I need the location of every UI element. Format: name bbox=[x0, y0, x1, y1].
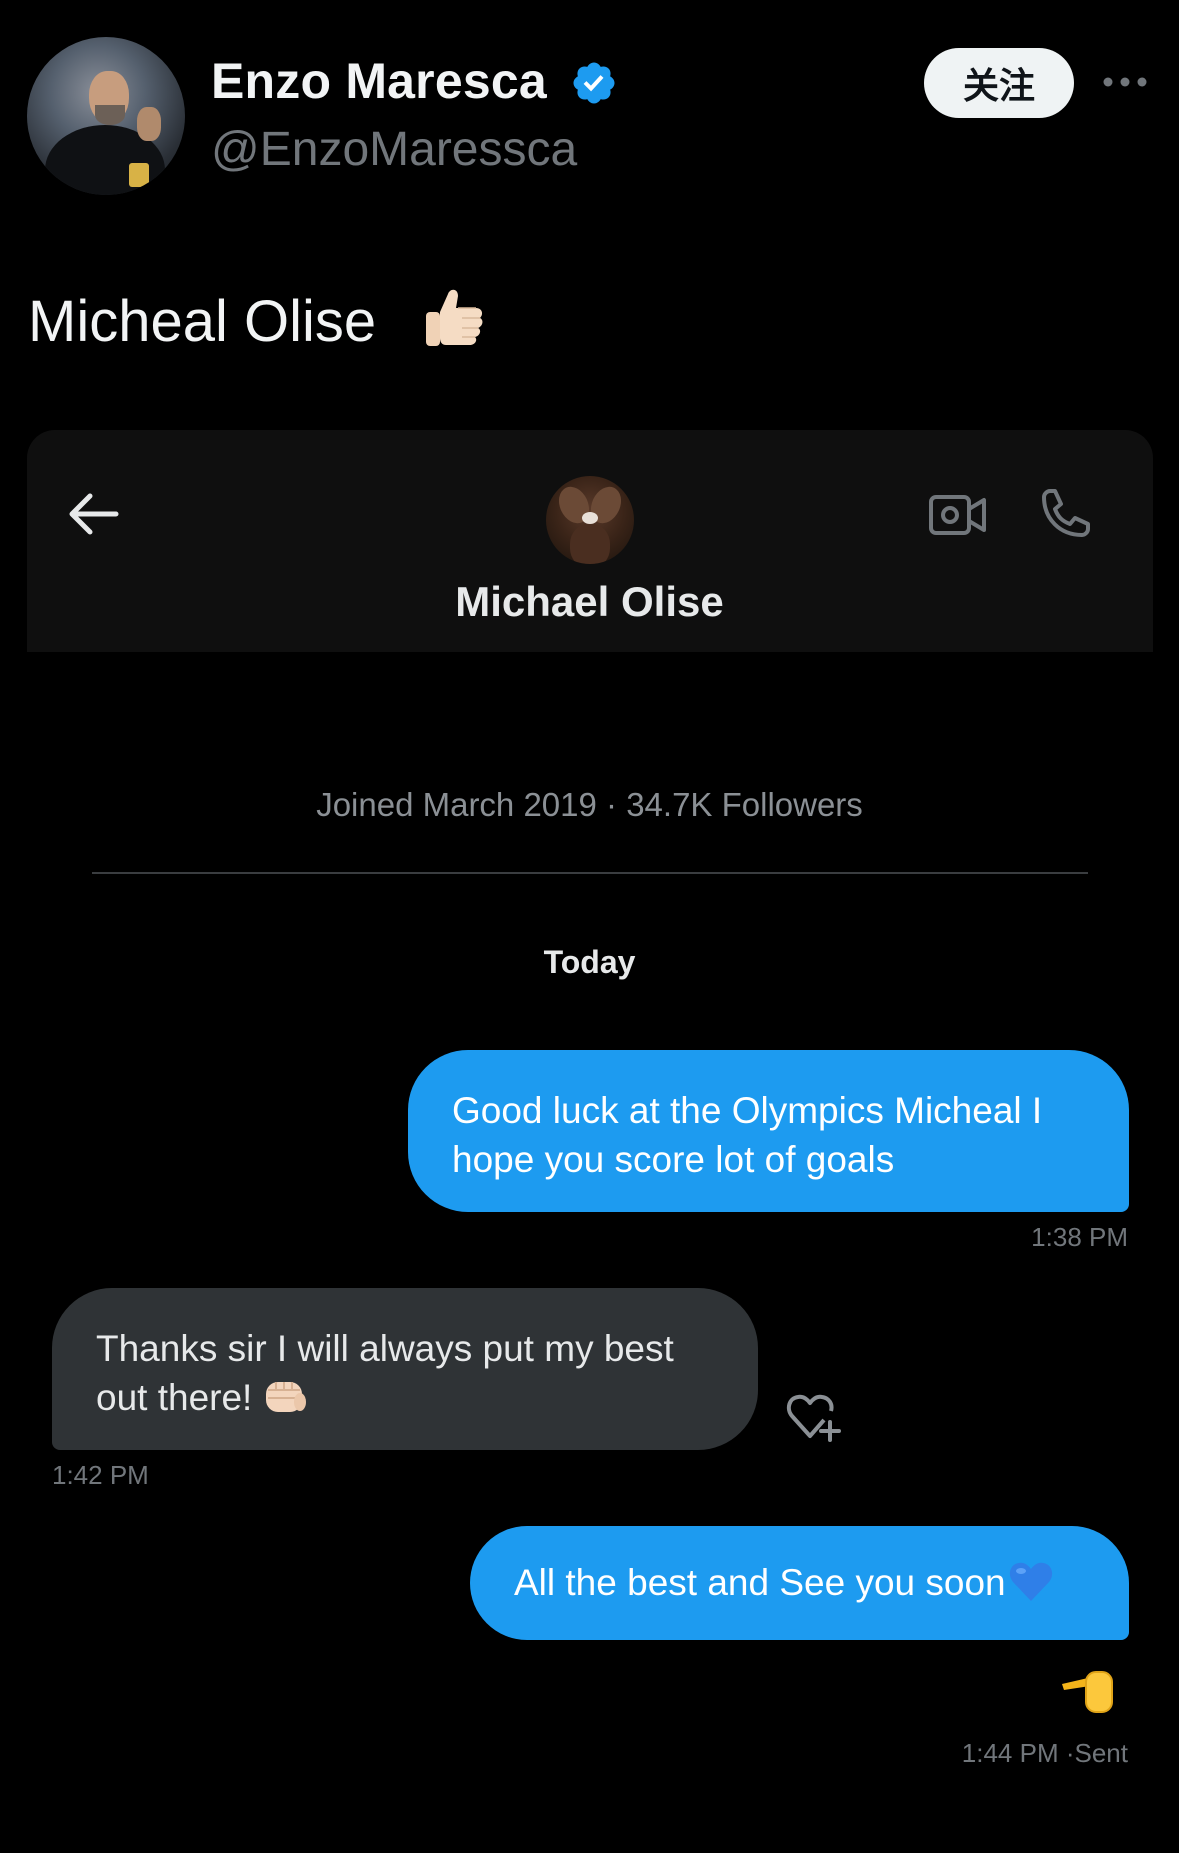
phone-icon[interactable] bbox=[1036, 487, 1092, 543]
contact-avatar[interactable] bbox=[546, 476, 634, 564]
thumbs-up-icon bbox=[426, 289, 483, 346]
day-separator: Today bbox=[543, 944, 636, 980]
message-timestamp: 1:42 PM bbox=[52, 1460, 149, 1490]
message-bubble-incoming[interactable]: Thanks sir I will always put my best out… bbox=[52, 1288, 758, 1450]
separator: · bbox=[1058, 1738, 1075, 1768]
back-arrow-icon[interactable] bbox=[68, 492, 120, 536]
blue-heart-icon bbox=[1009, 1562, 1052, 1601]
message-timestamp: 1:44 PM bbox=[961, 1738, 1059, 1768]
add-reaction-icon[interactable] bbox=[784, 1392, 844, 1444]
sent-status: Sent bbox=[1074, 1738, 1129, 1768]
author-display-name[interactable]: Enzo Maresca bbox=[211, 52, 547, 110]
message-timestamp: 1:38 PM bbox=[1031, 1222, 1128, 1252]
message-bubble-outgoing[interactable]: Good luck at the Olympics Micheal I hope… bbox=[408, 1050, 1129, 1212]
tweet-text: Micheal Olise bbox=[28, 289, 377, 354]
message-text: Good luck at the Olympics Micheal I hope… bbox=[452, 1090, 1043, 1180]
author-handle[interactable]: @EnzoMaressca bbox=[211, 122, 577, 177]
follow-button[interactable]: 关注 bbox=[924, 48, 1074, 118]
fist-bump-icon bbox=[266, 1382, 307, 1412]
divider bbox=[92, 872, 1088, 874]
pointing-hand-icon[interactable] bbox=[1058, 1664, 1114, 1716]
message-bubble-outgoing[interactable]: All the best and See you soon bbox=[470, 1526, 1129, 1640]
message-text: Thanks sir I will always put my best out… bbox=[96, 1328, 674, 1418]
contact-name[interactable]: Michael Olise bbox=[0, 578, 1179, 626]
message-status: 1:44 PM ·Sent bbox=[900, 1738, 1128, 1769]
ellipsis-icon[interactable] bbox=[1102, 70, 1148, 94]
video-call-icon[interactable] bbox=[928, 492, 988, 538]
author-avatar[interactable] bbox=[27, 37, 185, 195]
message-text: All the best and See you soon bbox=[514, 1562, 1006, 1603]
contact-joined-info: Joined March 2019 · 34.7K Followers bbox=[316, 786, 863, 823]
verified-badge-icon bbox=[573, 62, 615, 104]
